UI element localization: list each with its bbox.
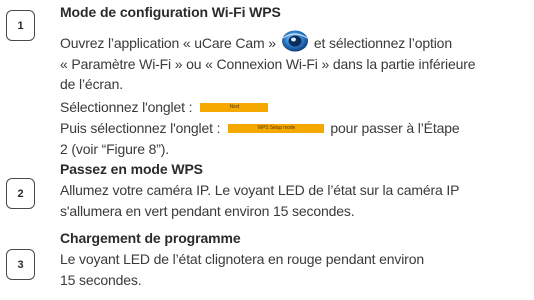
step-3-line-2: 15 secondes. — [60, 272, 142, 288]
step-number: 2 — [17, 187, 24, 200]
step-3-line-1: Le voyant LED de l’état clignotera en ro… — [60, 251, 424, 267]
wps-setup-mode-tab-button[interactable]: WPS Setup mode — [228, 123, 325, 133]
step-1-line-6: 2 (voir “Figure 8”). — [60, 141, 170, 157]
step-1-line-1: Ouvrez l’application « uCare Cam » et sé… — [60, 30, 452, 52]
step-2-line-1: Allumez votre caméra IP. Le voyant LED d… — [60, 182, 460, 198]
step-number: 3 — [17, 258, 24, 271]
step-1-text-then-select: Puis sélectionnez l'onglet : — [60, 120, 221, 136]
next-tab-button[interactable]: Next — [200, 102, 269, 112]
step-2-line-2: s'allumera en vert pendant environ 15 se… — [60, 203, 355, 219]
step-1-text-select-option: et sélectionnez l’option — [313, 35, 452, 51]
step-1-line-5: Puis sélectionnez l'onglet : WPS Setup mo… — [60, 120, 460, 136]
step-1-text-open-app: Ouvrez l’application « uCare Cam » — [60, 35, 276, 51]
step-1-line-4: Sélectionnez l'onglet : Next — [60, 99, 269, 115]
step-1-text-go-to-step: pour passer à l’Étape — [330, 120, 460, 136]
step-2-title: Passez en mode WPS — [60, 161, 203, 177]
step-3-badge: 3 — [6, 249, 35, 280]
step-1-line-3: de l’écran. — [60, 76, 123, 92]
step-1-title: Mode de configuration Wi-Fi WPS — [60, 4, 281, 20]
ucare-cam-app-icon — [280, 30, 310, 52]
step-3-title: Chargement de programme — [60, 230, 241, 246]
step-1-line-2: « Paramètre Wi-Fi » ou « Connexion Wi-Fi… — [60, 56, 476, 72]
step-1-badge: 1 — [6, 10, 35, 41]
step-number: 1 — [17, 19, 24, 32]
step-2-badge: 2 — [6, 178, 35, 209]
step-1-text-select-tab: Sélectionnez l'onglet : — [60, 99, 193, 115]
